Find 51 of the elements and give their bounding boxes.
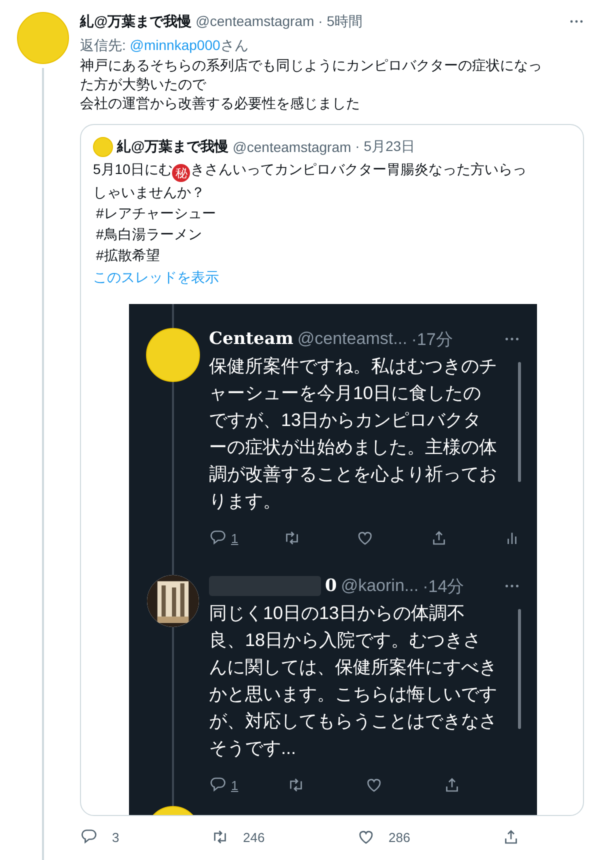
text-line: 調が改善することを心より祈ってお	[209, 463, 498, 486]
secret-emoji-icon: 秘	[172, 164, 190, 182]
quoted-tweet-card[interactable]	[80, 124, 584, 816]
text-line: しゃいませんか？	[93, 184, 205, 200]
text-line: ーの症状が出始めました。主様の体	[209, 436, 498, 459]
reply-count: 1	[231, 530, 238, 546]
reply-icon[interactable]	[209, 529, 227, 547]
reply-to-suffix: さん	[220, 37, 248, 53]
author-handle[interactable]: @centeamstagram	[196, 12, 314, 30]
timestamp[interactable]: · 5時間	[318, 12, 362, 30]
author-name[interactable]: 糺@万葉まで我慢	[117, 138, 229, 156]
reply-count: 3	[112, 830, 120, 844]
retweet-icon[interactable]	[287, 776, 305, 794]
text-line: 会社の運営から改善する必要性を感じました	[80, 94, 361, 113]
text-line: 同じく10日の13日からの体調不	[209, 602, 466, 625]
author-name[interactable]: 0	[325, 576, 337, 596]
text-line: た方が大勢いたので	[80, 75, 208, 94]
text-line: 神戸にあるそちらの系列店でも同じようにカンピロバクターの症状になっ	[80, 56, 543, 75]
hashtag[interactable]: #レアチャーシュー	[93, 203, 571, 224]
author-handle[interactable]: @centeamst...	[297, 329, 408, 349]
text-line: 良、18日から入院です。むつきさ	[209, 629, 482, 652]
share-icon[interactable]	[443, 776, 461, 794]
avatar[interactable]	[146, 328, 200, 382]
heart-icon[interactable]	[365, 776, 383, 794]
reply-icon[interactable]	[80, 828, 98, 846]
reply-to-label: 返信先:	[80, 37, 127, 53]
text-line: が、対応してもらうことはできなさ	[209, 710, 498, 733]
reply-count: 1	[231, 778, 238, 792]
text-line: ります。	[209, 490, 282, 513]
timestamp[interactable]: ·14分	[422, 574, 464, 598]
text-line: ャーシューを今月10日に食したの	[209, 382, 482, 405]
retweet-count: 246	[243, 830, 265, 844]
author-handle[interactable]: @centeamstagram	[232, 139, 352, 155]
text-line: んに関しては、保健所案件にすべき	[209, 656, 498, 679]
timestamp[interactable]: · 5月23日	[355, 138, 416, 156]
text-line: きさんいってカンピロバクター胃腸炎なった方いらっ	[190, 161, 526, 177]
text-line: そうです...	[209, 737, 298, 760]
text-line: ですが、13日からカンピロバクタ	[209, 409, 482, 432]
text-line: 保健所案件ですね。私はむつきのチ	[209, 355, 498, 378]
hashtag[interactable]: #鳥白湯ラーメン	[93, 224, 571, 245]
like-count: 286	[388, 830, 410, 844]
author-name[interactable]: 糺@万葉まで我慢	[80, 12, 192, 30]
hashtag[interactable]: #拡散希望	[93, 245, 571, 266]
heart-icon[interactable]	[356, 529, 374, 547]
heart-icon[interactable]	[356, 828, 374, 846]
author-handle[interactable]: @kaorin...	[340, 576, 419, 596]
text-line: 5月10日にむ	[93, 161, 172, 177]
author-name[interactable]: Centeam	[209, 329, 294, 349]
reply-icon[interactable]	[209, 776, 227, 794]
timestamp[interactable]: ·17分	[411, 328, 453, 350]
text-line: かと思います。こちらは悔しいです	[209, 683, 498, 706]
